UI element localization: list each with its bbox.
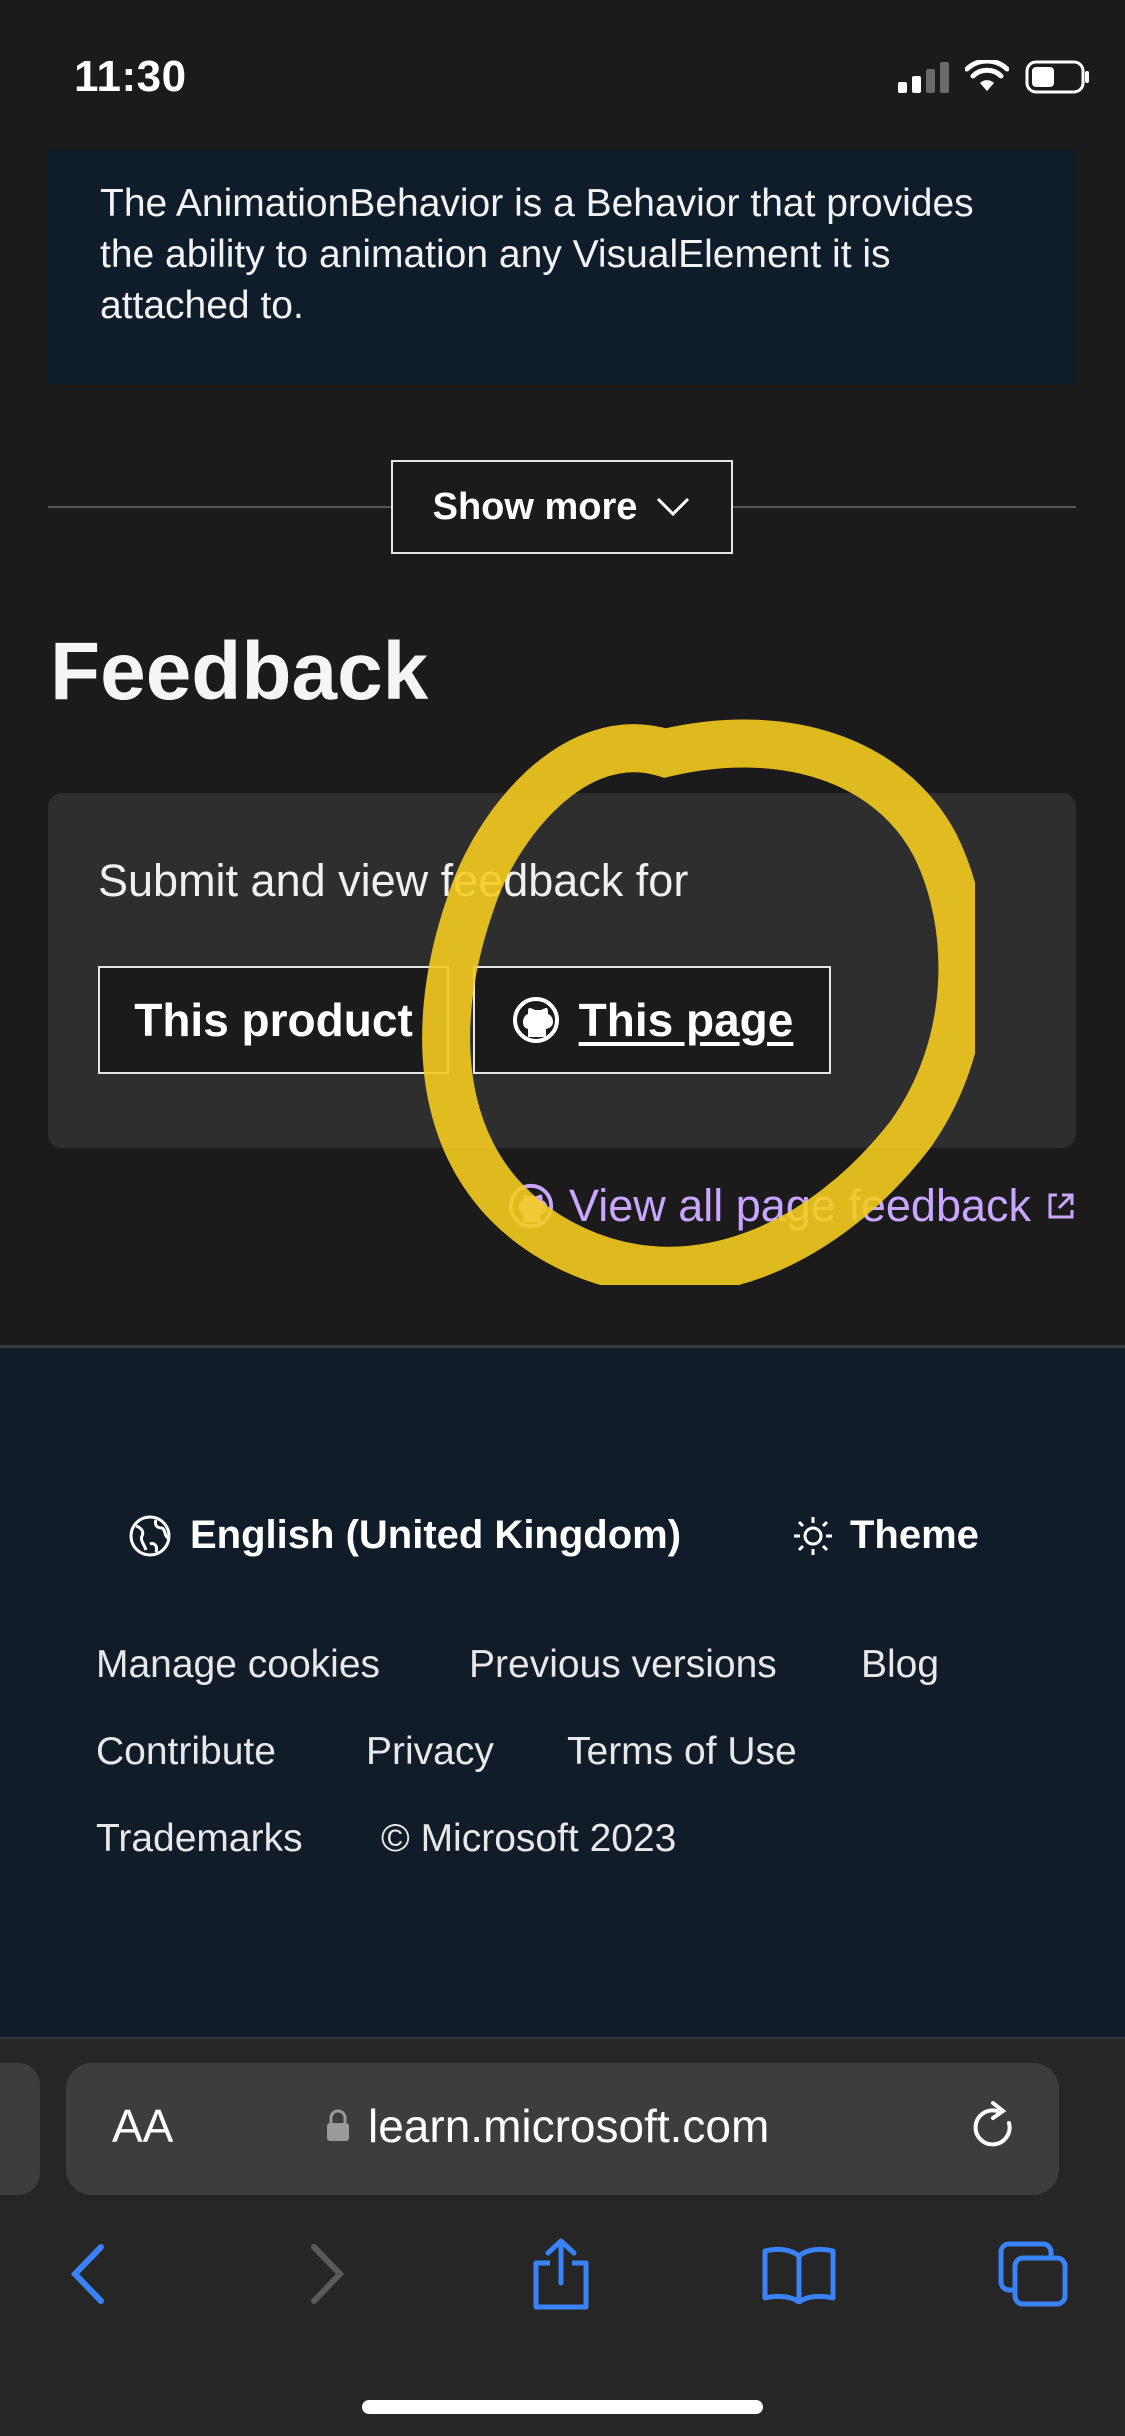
reload-icon[interactable] xyxy=(969,2101,1019,2155)
feedback-subtitle: Submit and view feedback for xyxy=(98,855,689,906)
view-all-feedback-link[interactable]: View all page feedback xyxy=(507,1180,1077,1232)
this-product-button[interactable]: This product xyxy=(98,966,449,1074)
github-icon xyxy=(512,997,559,1043)
theme-selector[interactable]: Theme xyxy=(792,1513,979,1558)
this-product-label: This product xyxy=(134,994,413,1046)
share-icon xyxy=(533,2238,589,2310)
tabs-button[interactable] xyxy=(978,2219,1088,2329)
copyright-text: © Microsoft 2023 xyxy=(381,1817,677,1860)
lock-icon xyxy=(327,2109,349,2141)
theme-label: Theme xyxy=(850,1513,979,1557)
description-text: The AnimationBehavior is a Behavior that… xyxy=(100,182,974,327)
privacy-link[interactable]: Privacy xyxy=(366,1730,494,1774)
previous-versions-link[interactable]: Previous versions xyxy=(469,1643,777,1687)
previous-tab-peek[interactable] xyxy=(0,2063,40,2195)
feedback-title: Feedback xyxy=(50,626,429,717)
browser-nav-row xyxy=(0,2219,1125,2329)
feedback-card: Submit and view feedback for This produc… xyxy=(48,793,1076,1148)
url-text: learn.microsoft.com xyxy=(368,2100,770,2152)
home-indicator xyxy=(362,2400,763,2414)
chevron-right-icon xyxy=(311,2244,345,2304)
description-box: The AnimationBehavior is a Behavior that… xyxy=(48,150,1076,385)
tabs-icon xyxy=(998,2241,1068,2307)
blog-link[interactable]: Blog xyxy=(861,1643,939,1687)
chevron-left-icon xyxy=(70,2244,104,2304)
battery-icon xyxy=(1025,60,1089,94)
sun-icon xyxy=(794,1516,832,1555)
forward-button[interactable] xyxy=(273,2219,383,2329)
globe-icon xyxy=(129,1515,171,1556)
github-icon xyxy=(508,1183,554,1229)
manage-cookies-link[interactable]: Manage cookies xyxy=(96,1643,380,1687)
status-icons xyxy=(898,60,1091,94)
this-page-label: This page xyxy=(578,994,794,1046)
book-icon xyxy=(762,2246,836,2304)
language-selector[interactable]: English (United Kingdom) xyxy=(128,1513,681,1558)
text-size-button[interactable]: AA xyxy=(112,2099,173,2153)
show-more-label: Show more xyxy=(432,485,638,528)
show-more-button[interactable]: Show more xyxy=(391,460,733,554)
back-button[interactable] xyxy=(32,2219,142,2329)
share-button[interactable] xyxy=(506,2219,616,2329)
this-page-button[interactable]: This page xyxy=(473,966,831,1074)
text-size-label: AA xyxy=(112,2100,174,2152)
site-footer: English (United Kingdom) Theme Manage co… xyxy=(0,1345,1125,2037)
trademarks-link[interactable]: Trademarks xyxy=(96,1817,303,1861)
url-display[interactable]: learn.microsoft.com xyxy=(324,2099,769,2153)
wifi-icon xyxy=(965,60,1009,91)
view-all-feedback-label: View all page feedback xyxy=(569,1180,1031,1231)
status-bar: 11:30 xyxy=(0,0,1125,150)
terms-of-use-link[interactable]: Terms of Use xyxy=(567,1730,797,1774)
browser-toolbar: AA learn.microsoft.com xyxy=(0,2037,1125,2436)
external-link-icon xyxy=(1048,1193,1074,1219)
status-time: 11:30 xyxy=(74,52,187,101)
contribute-link[interactable]: Contribute xyxy=(96,1730,276,1774)
language-label: English (United Kingdom) xyxy=(190,1513,682,1557)
address-bar[interactable]: AA learn.microsoft.com xyxy=(66,2063,1059,2195)
cellular-signal-icon xyxy=(898,61,949,93)
bookmarks-button[interactable] xyxy=(744,2219,854,2329)
chevron-down-icon xyxy=(657,497,690,517)
